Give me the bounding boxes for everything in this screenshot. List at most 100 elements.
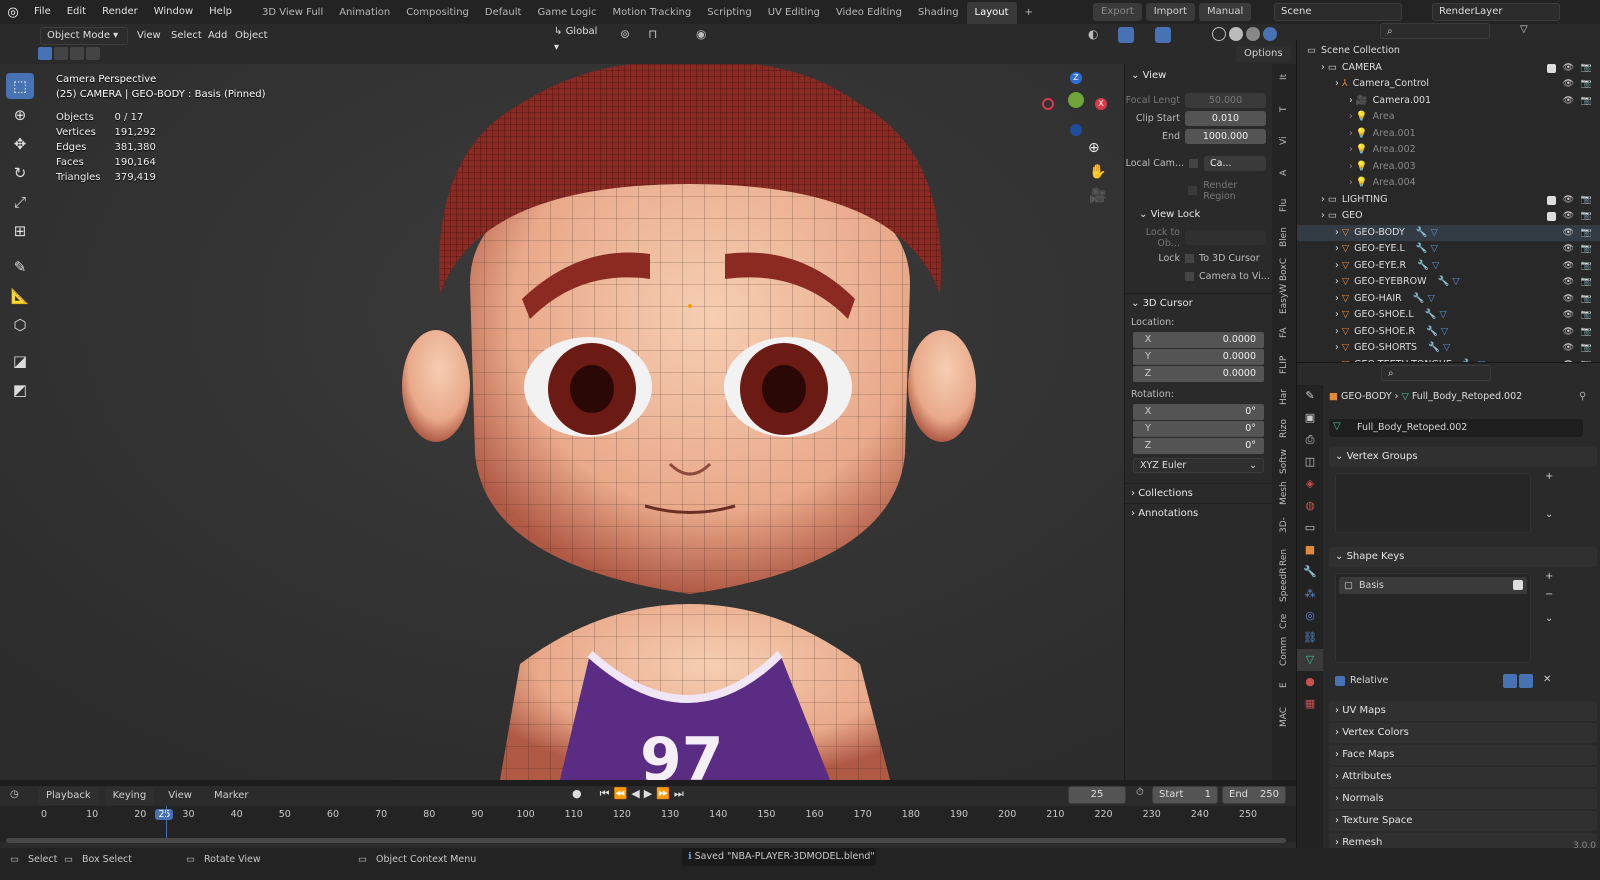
scene-tab-icon[interactable]: ◈ xyxy=(1297,473,1323,495)
physics-tab-icon[interactable]: ◎ xyxy=(1297,605,1323,627)
mode-selector[interactable]: Object Mode ▾ xyxy=(40,27,128,45)
zoom-icon[interactable]: ⊕ xyxy=(1088,140,1100,156)
keying-menu[interactable]: Keying xyxy=(104,787,155,805)
select-invert-icon[interactable] xyxy=(86,47,100,60)
outliner-item[interactable]: ▭ Scene Collection xyxy=(1297,43,1600,60)
gizmo-x-icon[interactable]: X xyxy=(1095,98,1107,110)
manual-button[interactable]: Manual xyxy=(1198,3,1252,21)
render-visibility-icon[interactable]: 📷 xyxy=(1581,291,1592,308)
mesh-datablock-field[interactable]: Full_Body_Retoped.002 xyxy=(1329,419,1583,437)
menu-render[interactable]: Render xyxy=(94,0,146,24)
tab-video-editing[interactable]: Video Editing xyxy=(828,2,910,24)
render-region-checkbox[interactable] xyxy=(1188,186,1198,195)
sidebar-tab[interactable]: SpeedR xyxy=(1272,568,1296,602)
navigation-gizmo[interactable]: Z X xyxy=(1040,72,1120,142)
shape-key-pin-icon[interactable] xyxy=(1503,674,1517,688)
cursor-loc-z[interactable]: Z 0.0000 xyxy=(1133,366,1264,382)
tool-tab-icon[interactable]: ✎ xyxy=(1297,385,1323,407)
shape-key-edit-mode-icon[interactable] xyxy=(1519,674,1533,688)
view-lock-header[interactable]: ⌄ View Lock xyxy=(1125,205,1272,225)
rotation-mode-dropdown[interactable]: XYZ Euler ⌄ xyxy=(1133,458,1264,473)
render-visibility-icon[interactable]: 📷 xyxy=(1581,274,1592,291)
render-tab-icon[interactable]: ▣ xyxy=(1297,407,1323,429)
clear-shape-key-icon[interactable]: ✕ xyxy=(1543,674,1551,685)
tab-layout[interactable]: Layout xyxy=(966,2,1017,24)
add-shape-key-icon[interactable]: + xyxy=(1545,571,1553,582)
sidebar-tab[interactable]: Blen xyxy=(1272,224,1296,250)
clip-start-field[interactable]: 0.010 xyxy=(1185,111,1266,126)
texture-tab-icon[interactable]: ▦ xyxy=(1297,693,1323,715)
cursor-rot-x[interactable]: X 0° xyxy=(1133,404,1264,420)
tab-3d-view-full[interactable]: 3D View Full xyxy=(254,2,331,24)
outliner-item[interactable]: › ▽ GEO-SHOE.R 🔧 ▽ 👁 📷 xyxy=(1297,324,1600,341)
output-tab-icon[interactable]: ⎙ xyxy=(1297,429,1323,451)
jump-end-icon[interactable]: ⏭ xyxy=(674,787,684,801)
vertex-groups-header[interactable]: ⌄ Vertex Groups xyxy=(1329,447,1597,467)
shape-tool-icon[interactable]: ◪ xyxy=(6,348,34,374)
outliner-item[interactable]: › ▽ GEO-EYE.L 🔧 ▽ 👁 📷 xyxy=(1297,241,1600,258)
shape-keys-header[interactable]: ⌄ Shape Keys xyxy=(1329,547,1597,567)
record-icon[interactable]: ● xyxy=(572,787,582,801)
eye-icon[interactable]: 👁 xyxy=(1563,93,1574,110)
outliner-item[interactable]: › ▽ GEO-EYE.R 🔧 ▽ 👁 📷 xyxy=(1297,258,1600,275)
blender-logo-icon[interactable]: ◎ xyxy=(0,5,26,20)
mesh-data-tab-icon[interactable]: ▽ xyxy=(1297,649,1323,671)
collection-tab-icon[interactable]: ▭ xyxy=(1297,517,1323,539)
tab-scripting[interactable]: Scripting xyxy=(699,2,759,24)
sidebar-tab[interactable]: FA xyxy=(1272,320,1296,346)
render-visibility-icon[interactable]: 📷 xyxy=(1581,60,1592,77)
shape-key-item[interactable]: ▢ Basis xyxy=(1339,577,1527,594)
editor-type-icon[interactable]: ◷ xyxy=(10,789,19,800)
menu-edit[interactable]: Edit xyxy=(59,0,94,24)
outliner-item[interactable]: › 💡 Area.001 xyxy=(1297,126,1600,143)
gizmo-y-icon[interactable] xyxy=(1068,92,1084,108)
outliner-item[interactable]: › ▽ GEO-HAIR 🔧 ▽ 👁 📷 xyxy=(1297,291,1600,308)
properties-section[interactable]: › UV Maps xyxy=(1329,701,1597,721)
cursor-rot-z[interactable]: Z 0° xyxy=(1133,438,1264,454)
solid-shading-icon[interactable] xyxy=(1229,27,1243,41)
pivot-icon[interactable]: ⊚ xyxy=(620,27,630,41)
relative-checkbox[interactable] xyxy=(1335,675,1345,686)
sidebar-tab[interactable]: E xyxy=(1272,672,1296,698)
outliner-item[interactable]: › 🎥 Camera.001 👁 📷 xyxy=(1297,93,1600,110)
properties-section[interactable]: › Face Maps xyxy=(1329,745,1597,765)
timeline-scrollbar[interactable] xyxy=(6,838,1286,843)
snap-icon[interactable]: ⊓ xyxy=(648,27,657,41)
gizmo-toggle-icon[interactable] xyxy=(1118,27,1134,43)
measure-tool-icon[interactable]: 📐 xyxy=(6,283,34,309)
outliner-item[interactable]: › ▭ LIGHTING 👁 📷 xyxy=(1297,192,1600,209)
import-button[interactable]: Import xyxy=(1145,3,1195,21)
outliner-item[interactable]: › ▭ CAMERA 👁 📷 xyxy=(1297,60,1600,77)
outliner-item[interactable]: › 💡 Area.004 xyxy=(1297,175,1600,192)
clip-end-field[interactable]: 1000.000 xyxy=(1185,129,1266,144)
eye-icon[interactable]: 👁 xyxy=(1563,208,1574,225)
particles-tab-icon[interactable]: ⁂ xyxy=(1297,583,1323,605)
eye-icon[interactable]: 👁 xyxy=(1563,340,1574,357)
eye-icon[interactable]: 👁 xyxy=(1563,192,1574,209)
add-workspace-icon[interactable]: + xyxy=(1017,2,1041,24)
sidebar-tab[interactable]: Cre xyxy=(1272,608,1296,634)
tab-animation[interactable]: Animation xyxy=(331,2,398,24)
rendered-shading-icon[interactable] xyxy=(1263,27,1277,41)
stopwatch-icon[interactable]: ⏱ xyxy=(1136,787,1144,798)
tab-motion-tracking[interactable]: Motion Tracking xyxy=(605,2,700,24)
cursor-loc-y[interactable]: Y 0.0000 xyxy=(1133,349,1264,365)
play-reverse-icon[interactable]: ◀ xyxy=(631,787,639,801)
modifier-tab-icon[interactable]: 🔧 xyxy=(1297,561,1323,583)
properties-section[interactable]: › Attributes xyxy=(1329,767,1597,787)
add-cube-tool-icon[interactable]: ⬡ xyxy=(6,312,34,338)
current-frame-field[interactable]: 25 xyxy=(1068,786,1126,804)
sidebar-tab[interactable]: FLIP xyxy=(1272,352,1296,378)
annotate-tool-icon[interactable]: ✎ xyxy=(6,254,34,280)
edge-tool-icon[interactable]: ◩ xyxy=(6,377,34,403)
move-tool-icon[interactable]: ✥ xyxy=(6,131,34,157)
sidebar-tab[interactable]: T xyxy=(1272,96,1296,122)
pin-icon[interactable]: ⚲ xyxy=(1579,391,1586,402)
sidebar-tab[interactable]: MAC xyxy=(1272,704,1296,730)
menu-view[interactable]: View xyxy=(137,30,161,41)
scale-tool-icon[interactable]: ⤢ xyxy=(6,189,34,215)
outliner-item[interactable]: › ⅄ Camera_Control 👁 📷 xyxy=(1297,76,1600,93)
render-layer-selector[interactable]: RenderLayer xyxy=(1432,3,1560,21)
gizmo-z-icon[interactable]: Z xyxy=(1070,72,1082,84)
focal-length-field[interactable]: 50.000 xyxy=(1185,93,1266,108)
